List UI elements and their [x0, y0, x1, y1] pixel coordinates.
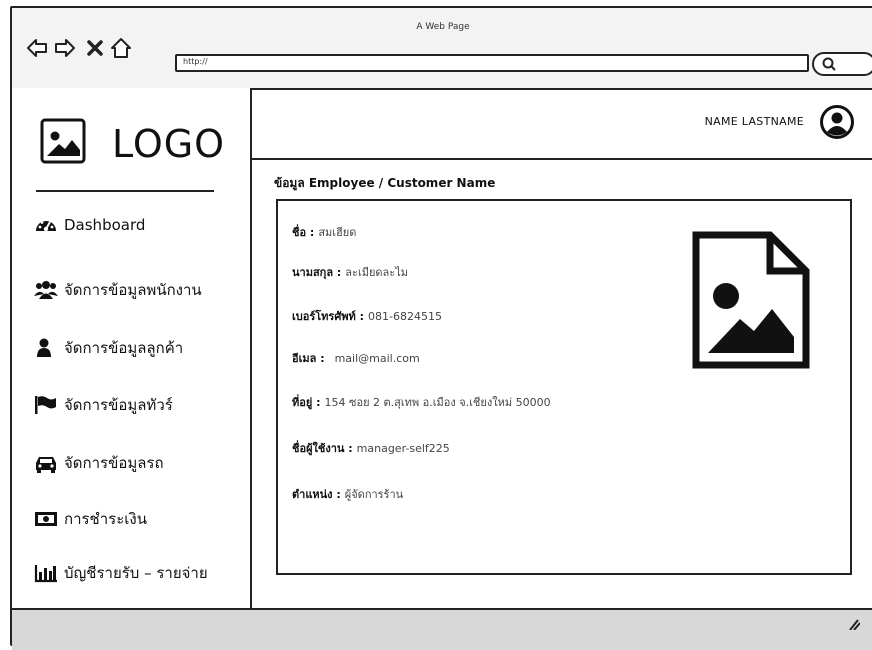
field-phone: เบอร์โทรศัพท์ :081-6824515 [292, 307, 442, 325]
browser-window: A Web Page http:// LOGO Dashboard จัดการ… [10, 6, 872, 650]
car-icon [34, 453, 58, 473]
back-arrow-icon[interactable] [26, 37, 48, 59]
sidebar-item-label: Dashboard [64, 216, 146, 234]
image-placeholder-icon [40, 118, 86, 164]
image-file-icon [692, 231, 810, 369]
field-label: ชื่อ : [292, 226, 315, 239]
close-icon[interactable] [84, 37, 106, 59]
field-value: manager-self225 [356, 442, 450, 455]
field-label: ที่อยู่ : [292, 396, 321, 409]
flag-icon [34, 395, 58, 415]
field-value: ละเมียดละไม [345, 266, 408, 279]
field-first-name: ชื่อ : สมเฮียด [292, 223, 356, 241]
sidebar-item-label: จัดการข้อมูลพนักงาน [64, 281, 202, 299]
logo-divider [36, 190, 214, 192]
search-icon [822, 57, 836, 71]
logo-text: LOGO [112, 122, 226, 166]
field-label: ตำแหน่ง : [292, 488, 341, 501]
field-value: ผู้จัดการร้าน [344, 488, 404, 501]
sidebar-item-label: บัญชีรายรับ – รายจ่าย [64, 564, 208, 582]
field-label: เบอร์โทรศัพท์ : [292, 310, 365, 323]
resize-grip-icon[interactable] [844, 618, 860, 630]
browser-toolbar: A Web Page http:// [12, 8, 872, 90]
field-label: ชื่อผู้ใช้งาน : [292, 442, 353, 455]
field-value: 154 ซอย 2 ต.สุเทพ อ.เมือง จ.เชียงใหม่ 50… [324, 396, 551, 409]
field-position: ตำแหน่ง : ผู้จัดการร้าน [292, 485, 403, 503]
sidebar-item-employees[interactable]: จัดการข้อมูลพนักงาน [34, 277, 202, 303]
field-address: ที่อยู่ :154 ซอย 2 ต.สุเทพ อ.เมือง จ.เชี… [292, 393, 551, 411]
user-icon [34, 338, 58, 358]
field-username: ชื่อผู้ใช้งาน : manager-self225 [292, 439, 450, 457]
profile-card: ชื่อ : สมเฮียด นามสกุล : ละเมียดละไม เบอร์… [276, 199, 852, 575]
field-value: mail@mail.com [334, 352, 420, 365]
sidebar-item-label: การชำระเงิน [64, 510, 147, 528]
sidebar-item-label: จัดการข้อมูลลูกค้า [64, 339, 184, 357]
field-value: 081-6824515 [368, 310, 443, 323]
home-icon[interactable] [110, 37, 132, 59]
sidebar-item-label: จัดการข้อมูลทัวร์ [64, 396, 173, 414]
sidebar-item-label: จัดการข้อมูลรถ [64, 454, 164, 472]
page-title: ข้อมูล Employee / Customer Name [274, 176, 496, 190]
field-value: สมเฮียด [318, 226, 357, 239]
bar-chart-icon [34, 563, 58, 583]
field-last-name: นามสกุล : ละเมียดละไม [292, 263, 408, 281]
url-text: http:// [183, 57, 208, 66]
sidebar-item-payments[interactable]: การชำระเงิน [34, 506, 147, 532]
sidebar-item-cars[interactable]: จัดการข้อมูลรถ [34, 450, 164, 476]
main-content: NAME LASTNAME ข้อมูล Employee / Customer… [252, 88, 872, 628]
sidebar: LOGO Dashboard จัดการข้อมูลพนักงาน จัดกา… [12, 88, 252, 628]
search-button[interactable] [812, 52, 872, 76]
field-email: อีเมล : mail@mail.com [292, 349, 420, 367]
sidebar-item-customers[interactable]: จัดการข้อมูลลูกค้า [34, 335, 183, 361]
url-bar[interactable]: http:// [175, 54, 809, 72]
user-name[interactable]: NAME LASTNAME [705, 115, 804, 128]
avatar[interactable] [820, 105, 854, 139]
status-bar [12, 608, 872, 650]
money-icon [34, 509, 58, 529]
sidebar-item-tours[interactable]: จัดการข้อมูลทัวร์ [34, 392, 173, 418]
sidebar-item-dashboard[interactable]: Dashboard [34, 212, 145, 238]
window-title: A Web Page [416, 22, 470, 32]
sidebar-item-accounts[interactable]: บัญชีรายรับ – รายจ่าย [34, 560, 208, 586]
header-bar: NAME LASTNAME [252, 88, 872, 160]
field-label: นามสกุล : [292, 266, 342, 279]
dashboard-icon [34, 215, 58, 235]
forward-arrow-icon[interactable] [54, 37, 76, 59]
field-label: อีเมล : [292, 352, 325, 365]
users-icon [34, 280, 58, 300]
